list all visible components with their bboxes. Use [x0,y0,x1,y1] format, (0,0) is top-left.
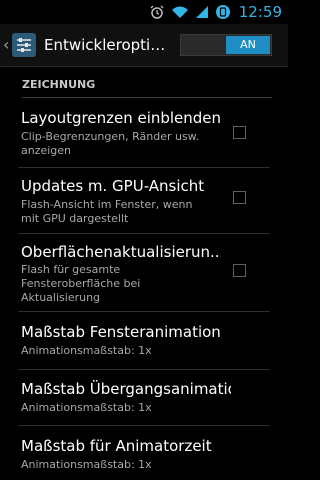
status-bar: 12:59 [0,0,288,24]
list-item-transition-animation-scale[interactable]: Maßstab Übergangsanimation Animationsmaß… [0,380,288,424]
list-item-summary: Flash für gesamte [21,263,121,276]
action-bar: ‹ Entwickleroptio… AN [0,24,288,67]
divider [18,425,270,426]
list-item-summary: Aktualisierung [21,291,101,304]
divider [18,369,270,370]
list-item-animator-duration-scale[interactable]: Maßstab für Animatorzeit Animationsmaßst… [0,437,288,479]
divider [18,167,270,168]
list-item-window-animation-scale[interactable]: Maßstab Fensteranimation Animationsmaßst… [0,323,288,367]
surface-updates-checkbox[interactable] [233,264,246,277]
list-item-title: Maßstab für Animatorzeit [21,437,212,455]
page-title: Entwickleroptio… [44,36,172,54]
list-item-title: Maßstab Übergangsanimation [21,380,231,398]
settings-app-icon[interactable] [12,33,36,57]
list-item-summary: Animationsmaßstab: 1x [21,344,152,357]
list-item-summary: Clip-Begrenzungen, Ränder usw. [21,130,200,143]
gpu-updates-checkbox[interactable] [233,191,246,204]
list-item-layout-bounds[interactable]: Layoutgrenzen einblenden Clip-Begrenzung… [0,107,288,165]
list-item-summary: Fensteroberfläche bei [21,277,141,290]
list-item-summary: mit GPU dargestellt [21,212,129,225]
settings-list: ZEICHNUNG Layoutgrenzen einblenden Clip-… [0,67,288,480]
divider [18,311,270,312]
list-item-summary: Animationsmaßstab: 1x [21,458,152,471]
toggle-on-label: AN [226,36,270,54]
wifi-icon [171,6,188,18]
developer-options-toggle[interactable]: AN [180,34,272,56]
list-item-summary: anzeigen [21,144,72,157]
section-header: ZEICHNUNG [22,73,272,98]
list-item-summary: Flash-Ansicht im Fenster, wenn [21,198,193,211]
list-item-title: Layoutgrenzen einblenden [21,109,222,127]
list-item-title: Oberflächenaktualisierun.. [21,243,220,261]
list-item-summary: Animationsmaßstab: 1x [21,401,152,414]
list-item-surface-updates[interactable]: Oberflächenaktualisierun.. Flash für ges… [0,241,288,311]
battery-icon [215,5,230,19]
signal-icon [195,6,208,18]
list-item-title: Updates m. GPU-Ansicht [21,177,205,195]
list-item-title: Maßstab Fensteranimation [21,323,221,341]
status-icons: 12:59 [149,0,282,24]
up-navigation-icon[interactable]: ‹ [3,35,11,55]
clock: 12:59 [238,3,282,21]
layout-bounds-checkbox[interactable] [233,126,246,139]
divider [18,233,270,234]
list-item-gpu-updates[interactable]: Updates m. GPU-Ansicht Flash-Ansicht im … [0,175,288,233]
alarm-icon [150,5,164,19]
